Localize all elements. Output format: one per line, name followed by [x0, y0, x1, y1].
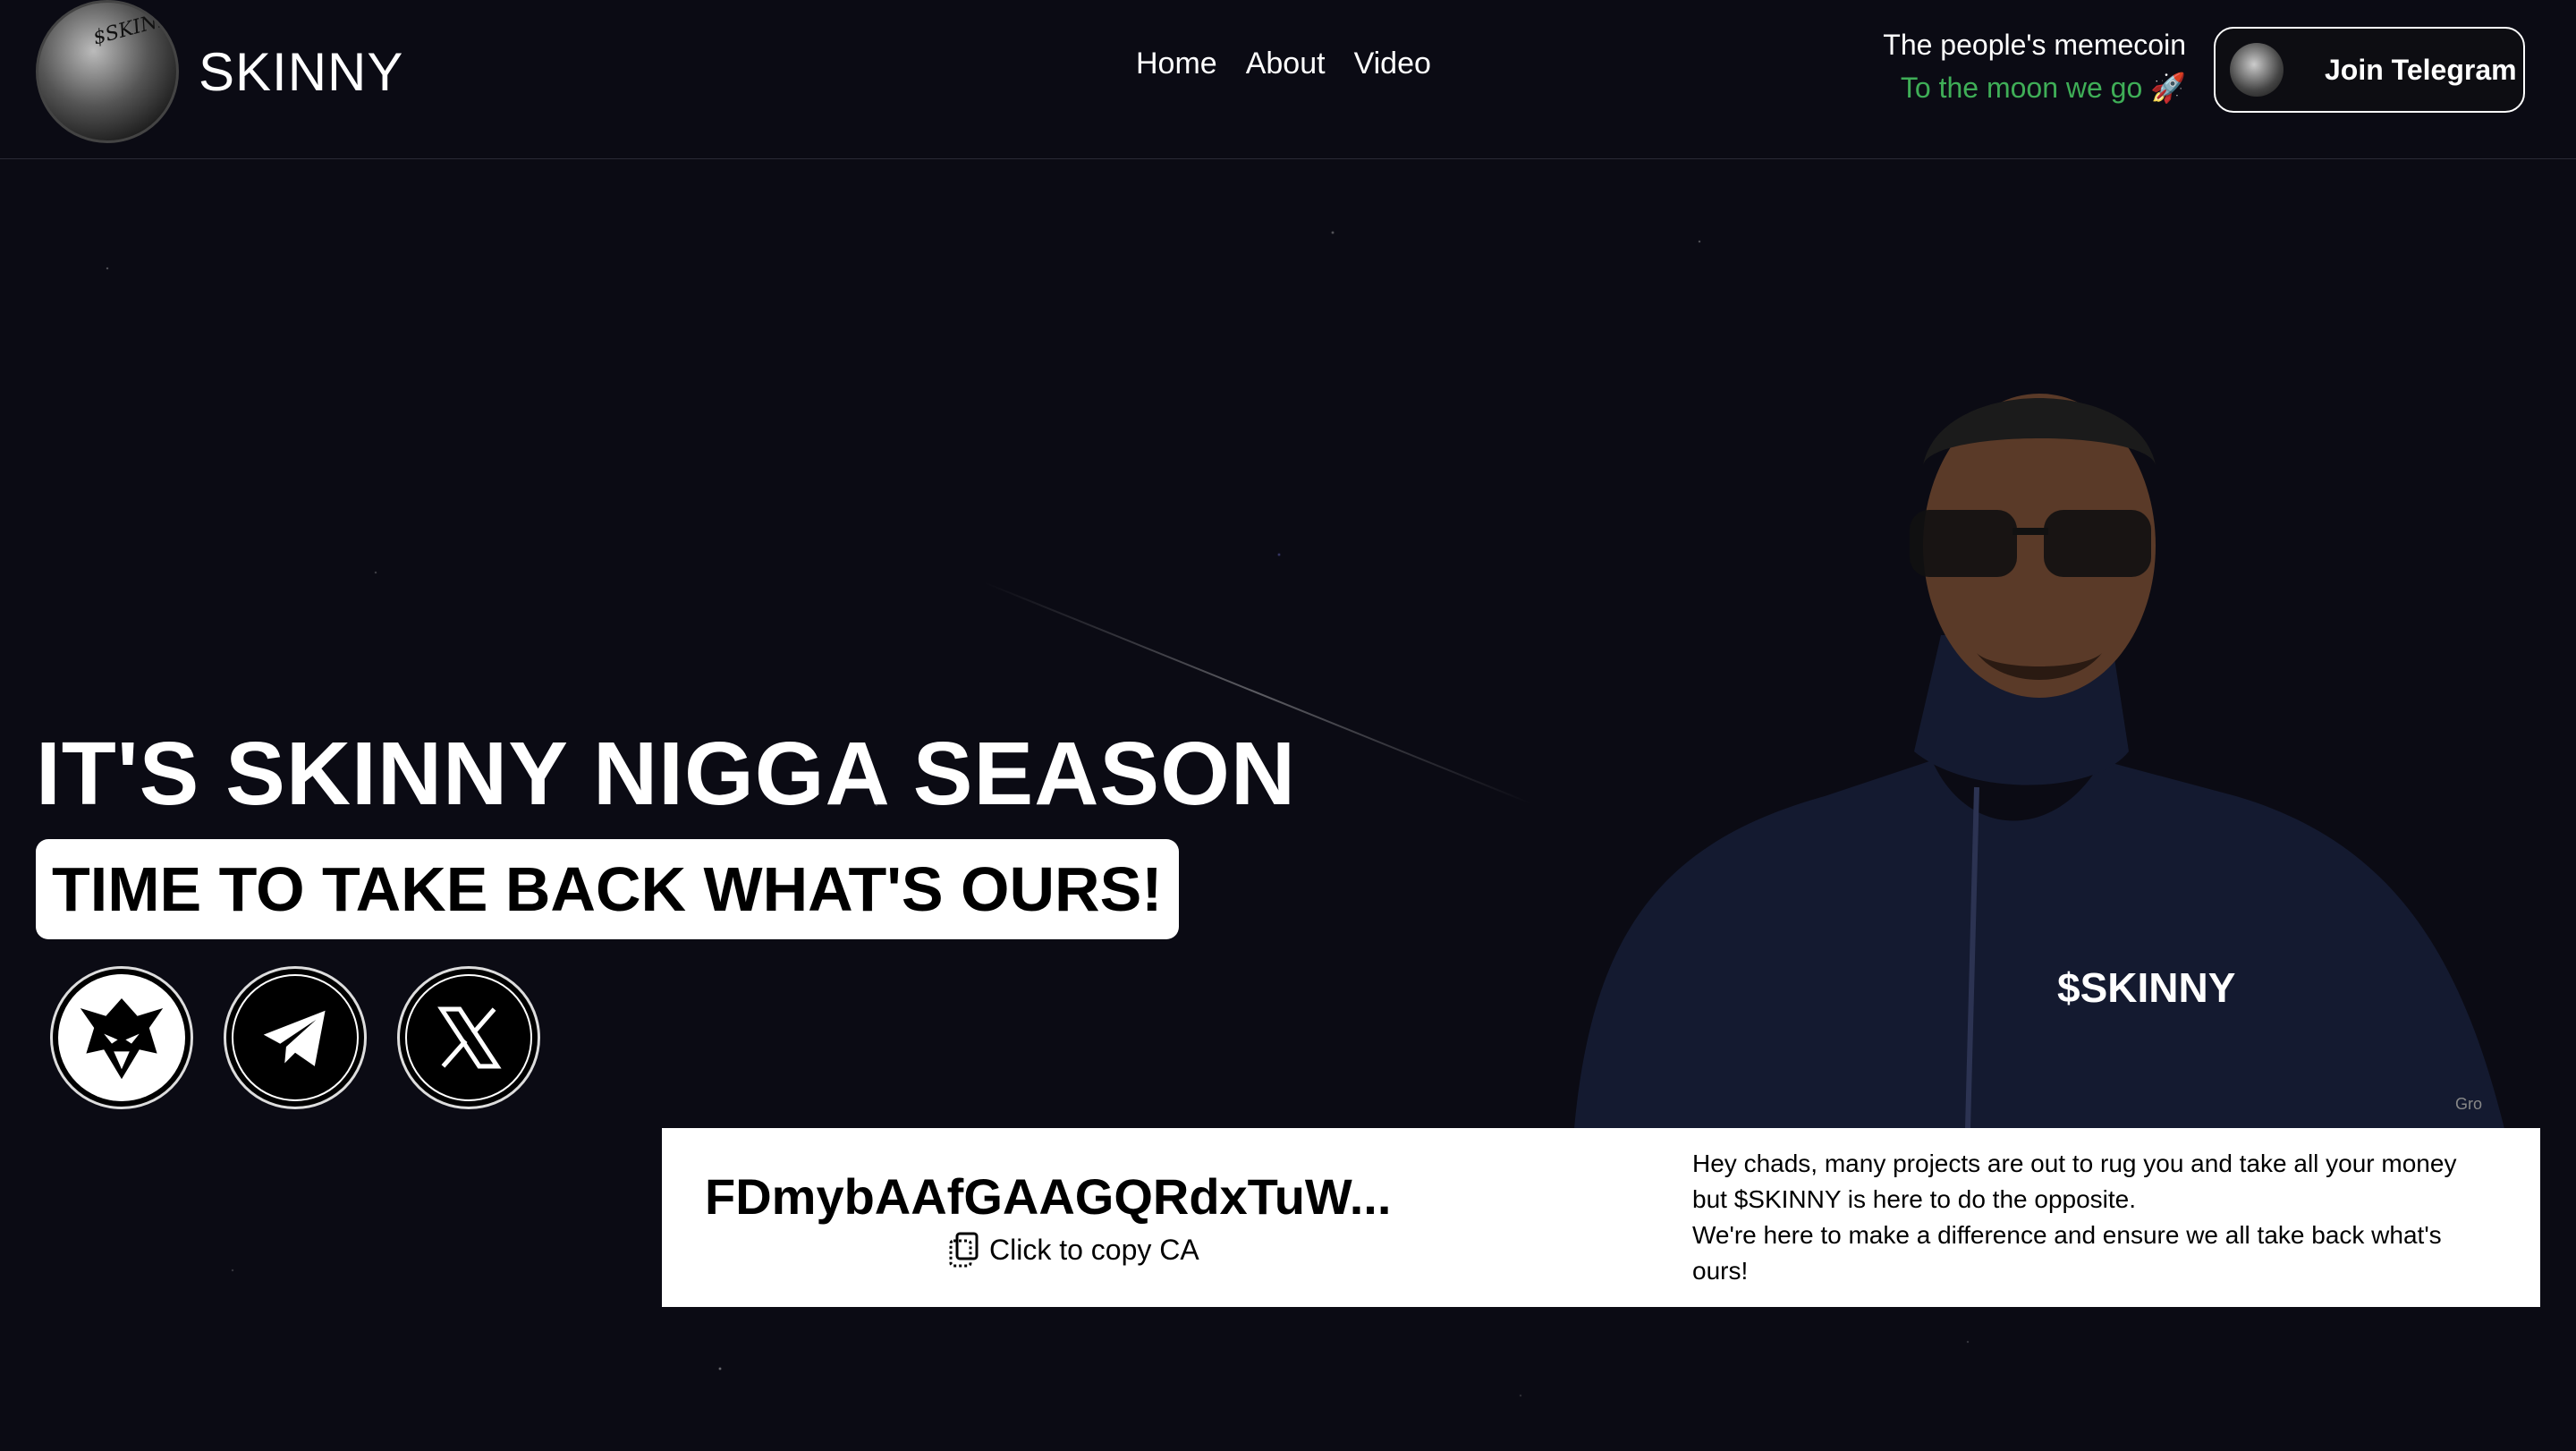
nav-home[interactable]: Home	[1136, 47, 1217, 81]
social-links	[50, 966, 540, 1109]
jacket-logo: $SKINNY	[2057, 964, 2235, 1011]
telegram-icon	[232, 974, 359, 1101]
brand[interactable]: $SKINNY SKINNY	[36, 0, 403, 143]
hero-portrait: $SKINNY	[1556, 376, 2522, 1130]
site-header: $SKINNY SKINNY Home About Video The peop…	[0, 0, 2576, 159]
x-link[interactable]	[397, 966, 540, 1109]
copy-ca-label: Click to copy CA	[989, 1233, 1199, 1266]
contract-card: FDmybAAfGAAGQRdxTuW... Click to copy CA …	[662, 1128, 2540, 1307]
contract-address[interactable]: FDmybAAfGAAGQRdxTuW...	[705, 1167, 1391, 1226]
description-paragraph-2: We're here to make a difference and ensu…	[1692, 1221, 2442, 1285]
eagle-icon	[58, 974, 185, 1101]
logo-avatar[interactable]: $SKINNY	[36, 0, 179, 143]
dexscreener-link[interactable]	[50, 966, 193, 1109]
contract-description: Hey chads, many projects are out to rug …	[1692, 1146, 2497, 1289]
watermark: Gro	[2455, 1095, 2483, 1113]
copy-icon	[949, 1232, 979, 1268]
description-paragraph-1: Hey chads, many projects are out to rug …	[1692, 1150, 2457, 1213]
nav-about[interactable]: About	[1246, 47, 1326, 81]
main-nav: Home About Video	[1136, 47, 1431, 81]
logo-text: $SKINNY	[90, 3, 179, 50]
telegram-avatar	[2230, 43, 2284, 97]
x-icon	[405, 974, 532, 1101]
join-telegram-label: Join Telegram	[2325, 53, 2517, 86]
copy-ca-button[interactable]: Click to copy CA	[948, 1232, 1199, 1268]
join-telegram-button[interactable]: Join Telegram	[2214, 27, 2525, 113]
tagline: The people's memecoin To the moon we go …	[1883, 29, 2186, 105]
hero-subtitle: TIME TO TAKE BACK WHAT'S OURS!	[36, 839, 1179, 939]
telegram-link[interactable]	[224, 966, 367, 1109]
tagline-secondary: To the moon we go 🚀	[1900, 72, 2186, 104]
brand-name[interactable]: SKINNY	[199, 41, 403, 103]
nav-video[interactable]: Video	[1354, 47, 1431, 81]
tagline-primary: The people's memecoin	[1883, 29, 2186, 61]
hero-title: IT'S SKINNY NIGGA SEASON	[36, 724, 1297, 824]
